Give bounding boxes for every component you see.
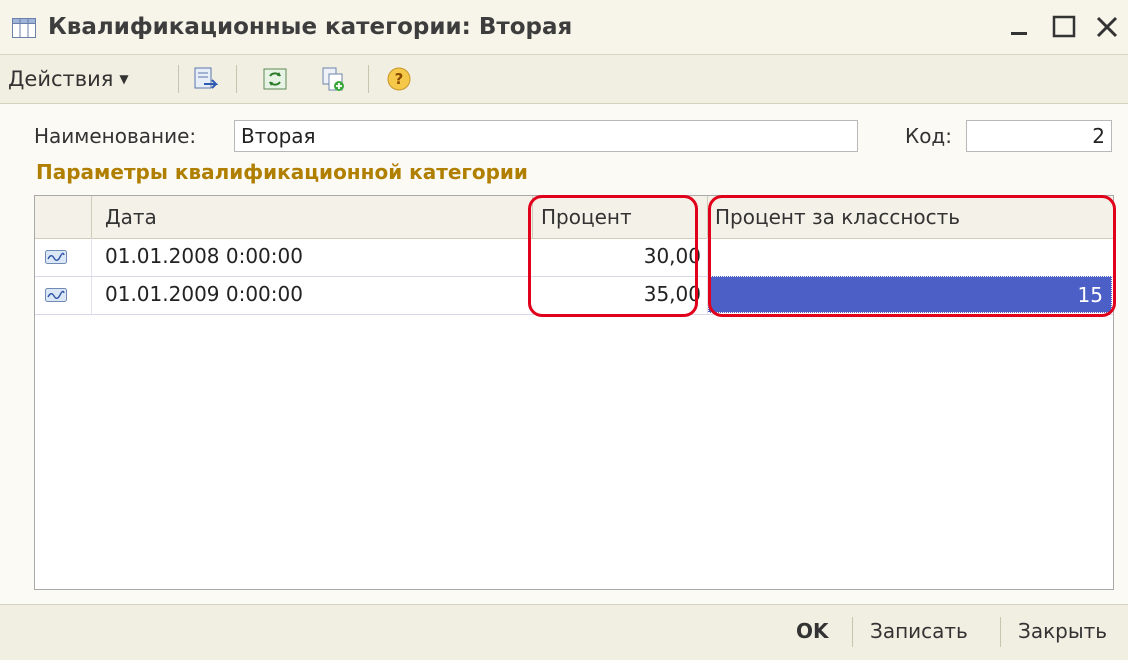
close-button[interactable]: Закрыть (1018, 619, 1107, 643)
column-header-date[interactable]: Дата (105, 196, 157, 238)
actions-menu-button[interactable]: Действия ▼ (8, 65, 129, 93)
svg-text:?: ? (395, 70, 404, 88)
close-icon[interactable] (1092, 12, 1122, 42)
save-and-close-icon[interactable] (192, 66, 218, 92)
save-button[interactable]: Записать (870, 619, 968, 643)
title-bar: Квалификационные категории: Вторая (0, 0, 1128, 55)
code-field[interactable]: 2 (966, 120, 1112, 152)
cell-date[interactable]: 01.01.2009 0:00:00 (105, 276, 303, 313)
refresh-icon[interactable] (262, 66, 288, 92)
button-separator (852, 617, 853, 647)
dialog-window: Квалификационные категории: Вторая Дейст… (0, 0, 1128, 660)
table-icon (12, 18, 36, 38)
periodic-record-icon (45, 288, 67, 302)
toolbar-separator (368, 65, 369, 93)
toolbar-separator (236, 65, 237, 93)
highlight-oval-class-percent (708, 195, 1116, 317)
toolbar-separator (178, 65, 179, 93)
help-icon[interactable]: ? (386, 66, 412, 92)
name-label: Наименование: (34, 124, 197, 148)
copy-icon[interactable] (320, 66, 346, 92)
code-label: Код: (905, 124, 953, 148)
highlight-oval-percent (528, 195, 698, 317)
actions-label: Действия (8, 67, 114, 91)
window-title: Квалификационные категории: Вторая (48, 14, 573, 40)
ok-button[interactable]: OK (796, 619, 829, 643)
toolbar: Действия ▼ ? (0, 55, 1128, 104)
cell-date[interactable]: 01.01.2008 0:00:00 (105, 238, 303, 275)
button-separator (1000, 617, 1001, 647)
bottom-bar: OK Записать Закрыть (0, 604, 1128, 660)
dropdown-arrow-icon: ▼ (119, 72, 129, 86)
maximize-icon[interactable] (1049, 12, 1079, 42)
periodic-record-icon (45, 250, 67, 264)
name-field[interactable]: Вторая (234, 120, 858, 152)
minimize-icon[interactable] (1005, 12, 1035, 42)
column-divider (91, 196, 92, 238)
section-title: Параметры квалификационной категории (36, 160, 528, 184)
